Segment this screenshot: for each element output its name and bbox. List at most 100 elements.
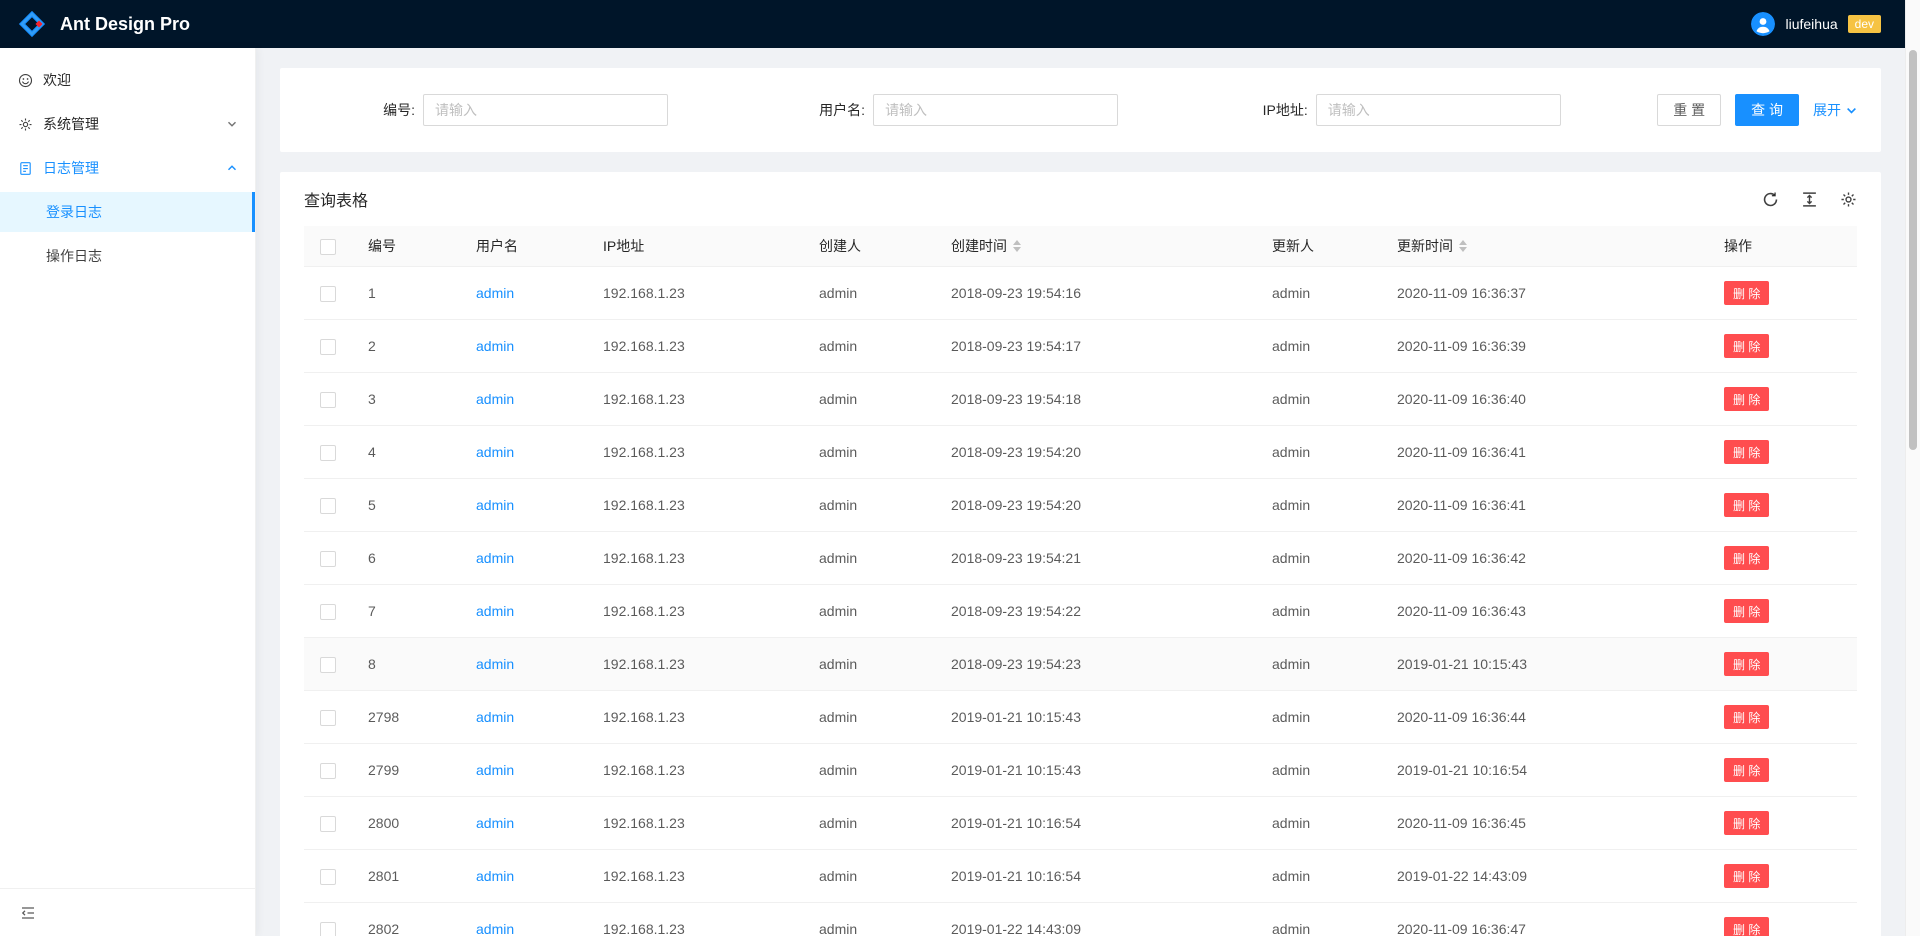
user-menu[interactable]: liufeihua dev <box>1751 12 1881 36</box>
ip-input[interactable] <box>1316 94 1561 126</box>
row-checkbox[interactable] <box>320 392 336 408</box>
cell-action: 删 除 <box>1716 638 1857 691</box>
column-header-updated[interactable]: 更新时间 <box>1389 226 1716 267</box>
user-name: liufeihua <box>1785 16 1837 32</box>
collapse-sidebar-icon[interactable] <box>20 905 36 921</box>
cell-created-time: 2018-09-23 19:54:23 <box>943 638 1264 691</box>
username-link[interactable]: admin <box>476 762 514 778</box>
cell-creator: admin <box>811 479 943 532</box>
cell-username: admin <box>468 850 595 903</box>
delete-button[interactable]: 删 除 <box>1724 546 1769 570</box>
column-height-icon[interactable] <box>1801 191 1818 208</box>
row-checkbox[interactable] <box>320 922 336 936</box>
table-row: 6 admin 192.168.1.23 admin 2018-09-23 19… <box>304 532 1857 585</box>
sidebar-item-log-mgmt[interactable]: 日志管理 <box>0 148 255 188</box>
delete-button[interactable]: 删 除 <box>1724 281 1769 305</box>
sidebar-item-system-mgmt[interactable]: 系统管理 <box>0 104 255 144</box>
row-checkbox[interactable] <box>320 604 336 620</box>
row-checkbox[interactable] <box>320 657 336 673</box>
filter-field-id: 编号: <box>304 94 747 126</box>
row-checkbox-cell <box>304 850 360 903</box>
cell-creator: admin <box>811 903 943 936</box>
expand-link[interactable]: 展开 <box>1813 100 1857 120</box>
sidebar-item-label: 系统管理 <box>43 114 99 134</box>
row-checkbox[interactable] <box>320 339 336 355</box>
row-checkbox[interactable] <box>320 551 336 567</box>
sidebar-item-login-log[interactable]: 登录日志 <box>0 192 255 232</box>
reload-icon[interactable] <box>1762 191 1779 208</box>
row-checkbox[interactable] <box>320 710 336 726</box>
row-checkbox-cell <box>304 744 360 797</box>
username-link[interactable]: admin <box>476 921 514 936</box>
sidebar-item-operation-log[interactable]: 操作日志 <box>0 236 255 276</box>
username-link[interactable]: admin <box>476 868 514 884</box>
row-checkbox[interactable] <box>320 445 336 461</box>
cell-updater: admin <box>1264 850 1389 903</box>
table-body: 1 admin 192.168.1.23 admin 2018-09-23 19… <box>304 267 1857 936</box>
cell-updated-time: 2020-11-09 16:36:44 <box>1389 691 1716 744</box>
table-title: 查询表格 <box>304 187 368 211</box>
column-header-updater: 更新人 <box>1264 226 1389 267</box>
row-checkbox[interactable] <box>320 816 336 832</box>
column-header-action: 操作 <box>1716 226 1857 267</box>
reset-button[interactable]: 重 置 <box>1657 94 1721 126</box>
sidebar-item-label: 操作日志 <box>46 246 102 266</box>
delete-button[interactable]: 删 除 <box>1724 917 1769 936</box>
delete-button[interactable]: 删 除 <box>1724 864 1769 888</box>
scrollbar-thumb[interactable] <box>1909 50 1917 450</box>
delete-button[interactable]: 删 除 <box>1724 705 1769 729</box>
username-link[interactable]: admin <box>476 285 514 301</box>
row-checkbox[interactable] <box>320 869 336 885</box>
select-all-checkbox[interactable] <box>320 239 336 255</box>
delete-button[interactable]: 删 除 <box>1724 493 1769 517</box>
username-link[interactable]: admin <box>476 815 514 831</box>
sidebar-item-welcome[interactable]: 欢迎 <box>0 60 255 100</box>
cell-ip: 192.168.1.23 <box>595 532 811 585</box>
username-link[interactable]: admin <box>476 603 514 619</box>
cell-created-time: 2019-01-22 14:43:09 <box>943 903 1264 936</box>
cell-created-time: 2019-01-21 10:16:54 <box>943 797 1264 850</box>
delete-button[interactable]: 删 除 <box>1724 758 1769 782</box>
column-header-created[interactable]: 创建时间 <box>943 226 1264 267</box>
username-link[interactable]: admin <box>476 497 514 513</box>
cell-action: 删 除 <box>1716 850 1857 903</box>
delete-button[interactable]: 删 除 <box>1724 811 1769 835</box>
username-link[interactable]: admin <box>476 444 514 460</box>
row-checkbox[interactable] <box>320 286 336 302</box>
delete-button[interactable]: 删 除 <box>1724 440 1769 464</box>
username-link[interactable]: admin <box>476 709 514 725</box>
column-header-creator: 创建人 <box>811 226 943 267</box>
delete-button[interactable]: 删 除 <box>1724 387 1769 411</box>
cell-updater: admin <box>1264 585 1389 638</box>
row-checkbox[interactable] <box>320 498 336 514</box>
cell-action: 删 除 <box>1716 320 1857 373</box>
page-scrollbar[interactable] <box>1905 0 1920 936</box>
row-checkbox-cell <box>304 426 360 479</box>
search-button[interactable]: 查 询 <box>1735 94 1799 126</box>
cell-username: admin <box>468 691 595 744</box>
cell-action: 删 除 <box>1716 797 1857 850</box>
settings-gear-icon[interactable] <box>1840 191 1857 208</box>
username-link[interactable]: admin <box>476 391 514 407</box>
row-checkbox-cell <box>304 638 360 691</box>
body-row: 欢迎 系统管理 <box>0 48 1905 936</box>
cell-updater: admin <box>1264 426 1389 479</box>
cell-ip: 192.168.1.23 <box>595 638 811 691</box>
username-link[interactable]: admin <box>476 338 514 354</box>
table-row: 8 admin 192.168.1.23 admin 2018-09-23 19… <box>304 638 1857 691</box>
cell-creator: admin <box>811 267 943 320</box>
filter-label-id: 编号: <box>383 100 415 120</box>
id-input[interactable] <box>423 94 668 126</box>
delete-button[interactable]: 删 除 <box>1724 652 1769 676</box>
cell-creator: admin <box>811 691 943 744</box>
row-checkbox[interactable] <box>320 763 336 779</box>
username-link[interactable]: admin <box>476 656 514 672</box>
delete-button[interactable]: 删 除 <box>1724 334 1769 358</box>
username-input[interactable] <box>873 94 1118 126</box>
delete-button[interactable]: 删 除 <box>1724 599 1769 623</box>
username-link[interactable]: admin <box>476 550 514 566</box>
cell-action: 删 除 <box>1716 903 1857 936</box>
sidebar-item-label: 登录日志 <box>46 202 102 222</box>
chevron-down-icon <box>1846 105 1857 116</box>
cell-id: 6 <box>360 532 468 585</box>
